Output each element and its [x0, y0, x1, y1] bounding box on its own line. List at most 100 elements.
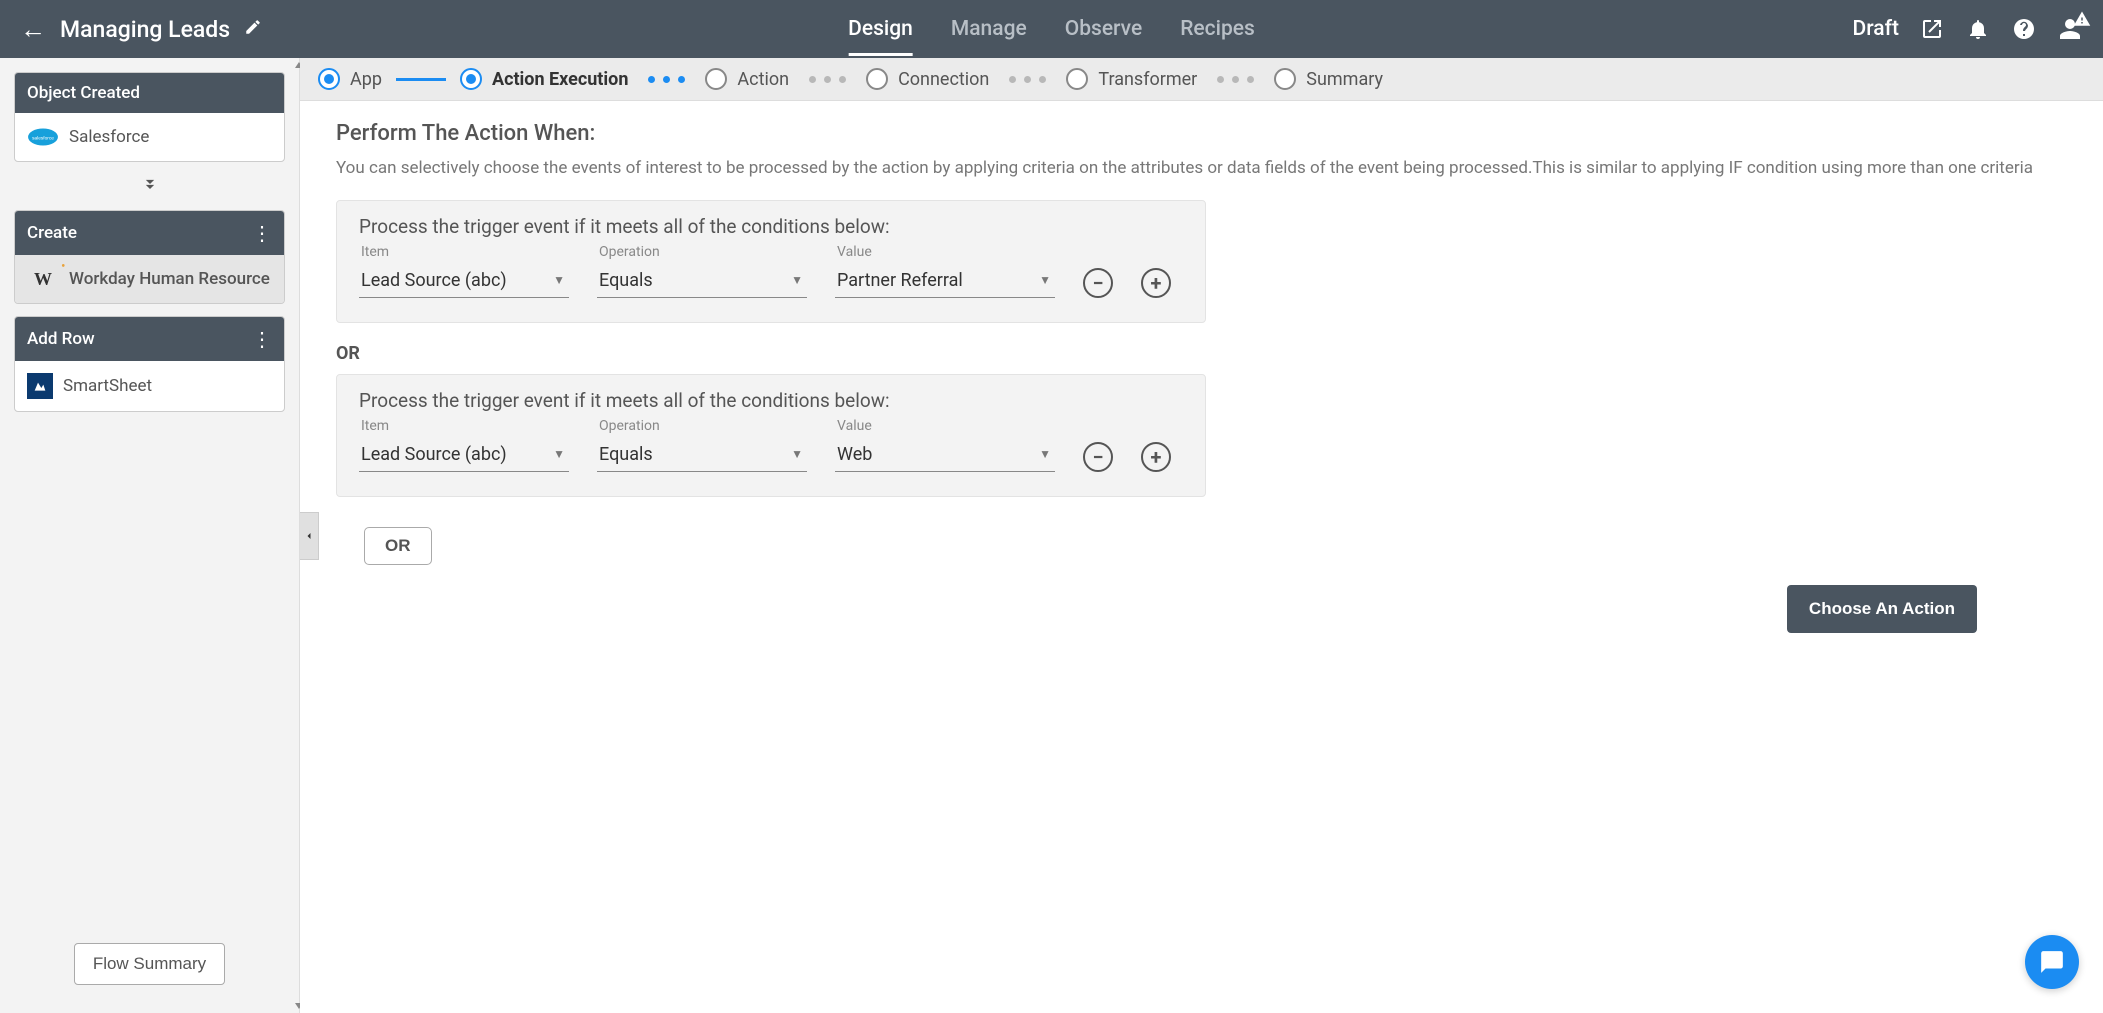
flow-summary-button[interactable]: Flow Summary: [74, 943, 225, 985]
user-icon[interactable]: [2057, 16, 2083, 42]
tab-recipes[interactable]: Recipes: [1180, 3, 1255, 55]
step-label: Action Execution: [492, 69, 628, 90]
remove-condition-button[interactable]: −: [1083, 268, 1113, 298]
card-menu-icon[interactable]: ⋮: [252, 221, 272, 245]
step-connector: [1211, 76, 1260, 83]
step-circle-icon: [318, 68, 340, 90]
field-label-value: Value: [835, 244, 1055, 260]
back-arrow-icon[interactable]: ←: [20, 14, 46, 45]
condition-row: Item Lead Source (abc) ▼ Operation Equal…: [359, 418, 1183, 472]
external-link-icon[interactable]: [1919, 16, 1945, 42]
card-title: Object Created: [27, 83, 140, 103]
card-app-label: Salesforce: [69, 127, 149, 147]
card-body[interactable]: salesforce Salesforce: [15, 113, 284, 161]
field-label-operation: Operation: [597, 418, 807, 434]
item-select[interactable]: Lead Source (abc) ▼: [359, 438, 569, 472]
item-select-value: Lead Source (abc): [361, 444, 507, 465]
condition-block: Process the trigger event if it meets al…: [336, 374, 1206, 497]
topbar-right: Draft: [1853, 16, 2084, 42]
field-label-operation: Operation: [597, 244, 807, 260]
salesforce-icon: salesforce: [27, 125, 59, 149]
help-icon[interactable]: [2011, 16, 2037, 42]
step-label: Connection: [898, 69, 989, 90]
condition-block: Process the trigger event if it meets al…: [336, 200, 1206, 323]
step-circle-icon: [1274, 68, 1296, 90]
sidebar: Object Created salesforce Salesforce Cre…: [0, 58, 300, 1013]
add-condition-button[interactable]: +: [1141, 268, 1171, 298]
step-app[interactable]: App: [318, 68, 382, 90]
value-select-value: Web: [837, 444, 872, 465]
form: Perform The Action When: You can selecti…: [300, 101, 2103, 663]
card-app-label: SmartSheet: [63, 376, 152, 396]
step-label: Summary: [1306, 69, 1383, 90]
svg-text:salesforce: salesforce: [32, 136, 54, 142]
step-circle-icon: [866, 68, 888, 90]
chevron-down-double-icon[interactable]: [8, 168, 291, 204]
step-connection[interactable]: Connection: [866, 68, 989, 90]
workday-icon: W: [27, 267, 59, 291]
remove-condition-button[interactable]: −: [1083, 442, 1113, 472]
stepper: App Action Execution Action Connection T…: [300, 58, 2103, 101]
step-circle-icon: [705, 68, 727, 90]
condition-block-title: Process the trigger event if it meets al…: [359, 389, 1183, 412]
operation-select-value: Equals: [599, 270, 653, 291]
card-app-label: Workday Human Resource: [69, 269, 270, 289]
card-title: Add Row: [27, 329, 95, 349]
value-select[interactable]: Web ▼: [835, 438, 1055, 472]
field-label-value: Value: [835, 418, 1055, 434]
step-connector: [396, 78, 446, 81]
card-header: Add Row ⋮: [15, 317, 284, 361]
operation-select-value: Equals: [599, 444, 653, 465]
card-body[interactable]: W Workday Human Resource: [15, 255, 284, 303]
card-title: Create: [27, 223, 77, 243]
step-connector: [803, 76, 852, 83]
caret-down-icon: ▼: [1039, 447, 1051, 461]
tab-design[interactable]: Design: [848, 3, 913, 55]
value-select-value: Partner Referral: [837, 270, 963, 291]
step-connector: [642, 76, 691, 83]
sidebar-card-create[interactable]: Create ⋮ W Workday Human Resource: [14, 210, 285, 304]
sidebar-card-object-created[interactable]: Object Created salesforce Salesforce: [14, 72, 285, 162]
smartsheet-icon: [27, 373, 53, 399]
add-condition-button[interactable]: +: [1141, 442, 1171, 472]
step-label: Transformer: [1098, 69, 1197, 90]
field-label-item: Item: [359, 418, 569, 434]
add-or-block-button[interactable]: OR: [364, 527, 432, 565]
caret-down-icon: ▼: [791, 273, 803, 287]
step-label: App: [350, 69, 382, 90]
sidebar-card-add-row[interactable]: Add Row ⋮ SmartSheet: [14, 316, 285, 412]
step-label: Action: [737, 69, 789, 90]
caret-down-icon: ▼: [553, 273, 565, 287]
card-header: Create ⋮: [15, 211, 284, 255]
operation-select[interactable]: Equals ▼: [597, 438, 807, 472]
tab-observe[interactable]: Observe: [1065, 3, 1142, 55]
collapse-sidebar-handle[interactable]: [300, 512, 319, 560]
content: App Action Execution Action Connection T…: [300, 58, 2103, 1013]
card-menu-icon[interactable]: ⋮: [252, 327, 272, 351]
topbar-left: ← Managing Leads: [20, 14, 262, 45]
edit-icon[interactable]: [244, 18, 262, 41]
operation-select[interactable]: Equals ▼: [597, 264, 807, 298]
chat-bubble-button[interactable]: [2025, 935, 2079, 989]
card-header: Object Created: [15, 73, 284, 113]
step-action[interactable]: Action: [705, 68, 789, 90]
topbar: ← Managing Leads Design Manage Observe R…: [0, 0, 2103, 58]
topbar-tabs: Design Manage Observe Recipes: [848, 3, 1255, 55]
step-summary[interactable]: Summary: [1274, 68, 1383, 90]
step-action-execution[interactable]: Action Execution: [460, 68, 628, 90]
page-title: Managing Leads: [60, 16, 230, 43]
bell-icon[interactable]: [1965, 16, 1991, 42]
card-body[interactable]: SmartSheet: [15, 361, 284, 411]
step-connector: [1003, 76, 1052, 83]
choose-action-button[interactable]: Choose An Action: [1787, 585, 1977, 633]
tab-manage[interactable]: Manage: [951, 3, 1027, 55]
caret-down-icon: ▼: [791, 447, 803, 461]
item-select[interactable]: Lead Source (abc) ▼: [359, 264, 569, 298]
section-description: You can selectively choose the events of…: [336, 156, 2067, 182]
status-label: Draft: [1853, 17, 1900, 41]
condition-block-title: Process the trigger event if it meets al…: [359, 215, 1183, 238]
caret-down-icon: ▼: [1039, 273, 1051, 287]
or-separator-label: OR: [336, 343, 2067, 364]
step-transformer[interactable]: Transformer: [1066, 68, 1197, 90]
value-select[interactable]: Partner Referral ▼: [835, 264, 1055, 298]
